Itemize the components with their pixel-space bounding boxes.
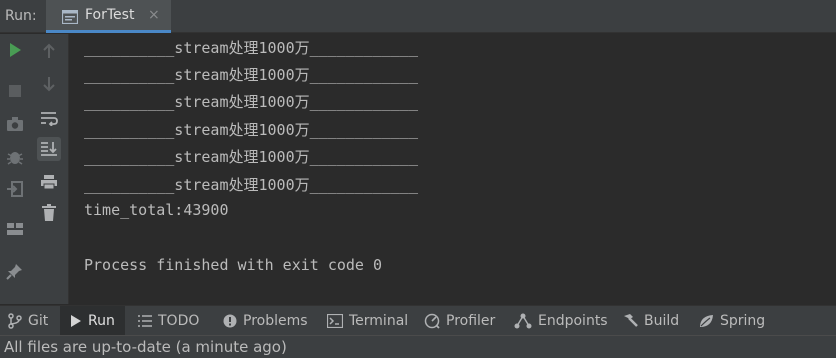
- tab-terminal[interactable]: Terminal: [327, 306, 408, 335]
- console-line: __________stream处理1000万____________: [84, 66, 418, 84]
- console-line: Process finished with exit code 0: [84, 256, 383, 274]
- tab-profiler[interactable]: Profiler: [424, 306, 495, 335]
- console-line: __________stream处理1000万____________: [84, 121, 418, 139]
- tab-run-label: Run: [88, 312, 115, 329]
- problems-icon: [223, 314, 237, 327]
- tab-endpoints[interactable]: Endpoints: [514, 306, 608, 335]
- console-line: time_total:43900: [84, 201, 229, 219]
- console-line: __________stream处理1000万____________: [84, 148, 418, 166]
- arrow-down-icon[interactable]: [37, 72, 61, 96]
- run-tool-window-header: Run: ForTest ×: [0, 0, 836, 33]
- tab-profiler-label: Profiler: [446, 312, 496, 329]
- print-icon[interactable]: [37, 170, 61, 194]
- scroll-to-end-icon[interactable]: [37, 137, 61, 161]
- status-bar: All files are up-to-date (a minute ago): [0, 335, 836, 358]
- spring-leaf-icon: [700, 314, 713, 327]
- close-tab-icon[interactable]: ×: [148, 7, 160, 23]
- debug-bug-icon[interactable]: [3, 145, 27, 169]
- tab-build-label: Build: [644, 312, 680, 329]
- tab-problems[interactable]: Problems: [223, 306, 308, 335]
- layout-icon[interactable]: [3, 217, 27, 241]
- arrow-up-icon[interactable]: [37, 39, 61, 63]
- tab-todo[interactable]: TODO: [138, 306, 199, 335]
- console-line: __________stream处理1000万____________: [84, 39, 418, 57]
- tab-git-label: Git: [28, 312, 49, 329]
- tool-window-bar: Git Run TODO Problems Terminal Profiler …: [0, 305, 836, 335]
- tab-problems-label: Problems: [243, 312, 308, 329]
- hammer-icon: [624, 313, 638, 327]
- tab-fortest[interactable]: ForTest ×: [46, 0, 171, 33]
- git-branch-icon: [8, 312, 22, 329]
- tab-git[interactable]: Git: [8, 306, 48, 335]
- run-play-icon: [71, 314, 81, 327]
- console-line: __________stream处理1000万____________: [84, 93, 418, 111]
- console-output[interactable]: __________stream处理1000万____________ ____…: [69, 34, 836, 304]
- soft-wrap-icon[interactable]: [37, 106, 61, 130]
- console-line: __________stream处理1000万____________: [84, 176, 418, 194]
- tab-todo-label: TODO: [158, 312, 200, 329]
- run-actions-toolbar: [0, 34, 31, 304]
- tab-title: ForTest: [85, 7, 135, 23]
- tab-build[interactable]: Build: [622, 306, 679, 335]
- status-message[interactable]: All files are up-to-date (a minute ago): [4, 338, 287, 356]
- terminal-icon: [327, 313, 343, 328]
- endpoints-icon: [514, 313, 532, 328]
- exit-icon[interactable]: [3, 177, 27, 201]
- stop-icon[interactable]: [3, 79, 27, 103]
- tab-run[interactable]: Run: [60, 306, 125, 335]
- console-actions-toolbar: [31, 34, 69, 304]
- camera-icon[interactable]: [3, 112, 27, 136]
- tab-endpoints-label: Endpoints: [538, 312, 608, 329]
- trash-icon[interactable]: [37, 201, 61, 225]
- tab-spring[interactable]: Spring: [698, 306, 765, 335]
- run-label: Run:: [5, 8, 37, 24]
- tab-spring-label: Spring: [720, 312, 766, 329]
- console-window-icon: [61, 9, 79, 28]
- profiler-icon: [424, 313, 440, 329]
- tab-terminal-label: Terminal: [349, 312, 409, 329]
- run-icon[interactable]: [3, 38, 27, 62]
- list-icon: [138, 314, 152, 327]
- pin-icon[interactable]: [3, 259, 27, 283]
